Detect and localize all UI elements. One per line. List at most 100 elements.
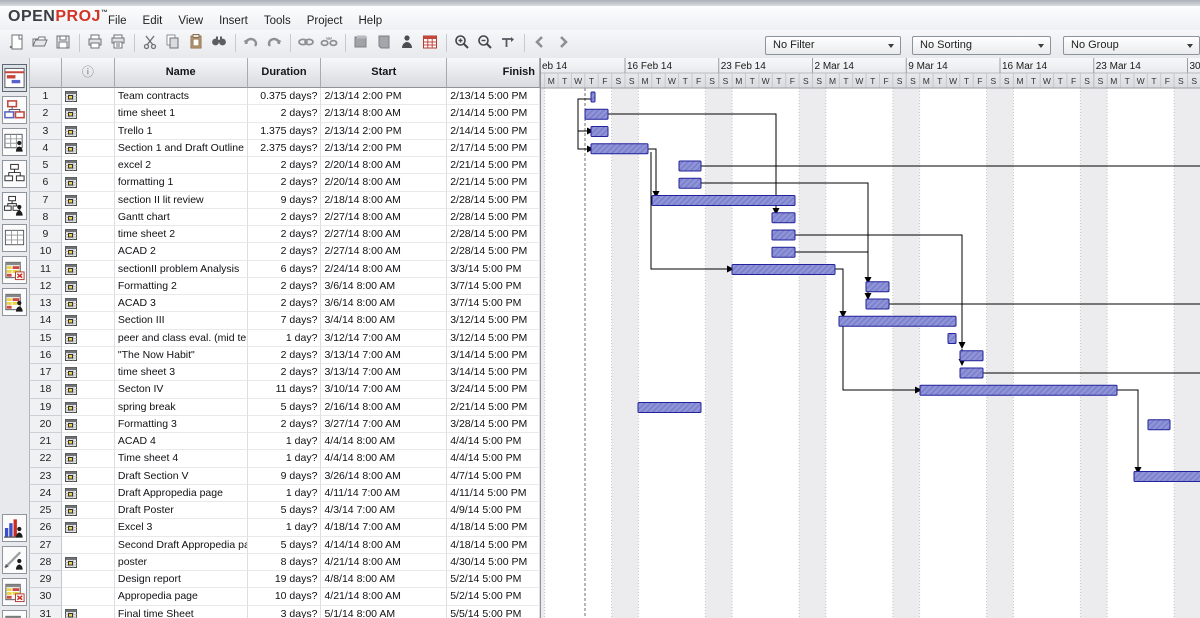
task-type-cell[interactable]: [62, 537, 115, 554]
copy-button[interactable]: [164, 33, 184, 53]
task-start-cell[interactable]: 2/16/14 8:00 AM: [321, 399, 447, 416]
task-name-cell[interactable]: Section 1 and Draft Outline: [115, 140, 248, 157]
table-row[interactable]: 7section II lit review9 days?2/18/14 8:0…: [30, 192, 540, 209]
task-bar-row-10[interactable]: [772, 247, 795, 257]
task-name-cell[interactable]: poster: [115, 554, 248, 571]
menu-project[interactable]: Project: [307, 15, 343, 27]
task-type-cell[interactable]: [62, 519, 115, 536]
task-duration-cell[interactable]: 2 days?: [248, 364, 322, 381]
previous-button[interactable]: [531, 33, 551, 53]
column-header-name[interactable]: Name: [115, 58, 248, 88]
task-bar-row-16[interactable]: [960, 351, 983, 361]
group-dropdown[interactable]: No Group: [1063, 36, 1200, 55]
task-type-cell[interactable]: [62, 606, 115, 618]
row-number-cell[interactable]: 8: [30, 209, 62, 226]
task-duration-cell[interactable]: 2 days?: [248, 295, 322, 312]
table-row[interactable]: 19 spring break5 days?2/16/14 8:00 AM2/21…: [30, 399, 540, 416]
task-name-cell[interactable]: Draft Poster: [115, 502, 248, 519]
row-number-cell[interactable]: 26: [30, 519, 62, 536]
task-start-cell[interactable]: 4/8/14 8:00 AM: [321, 571, 447, 588]
task-bar-row-15[interactable]: [948, 334, 956, 344]
task-bar-row-2[interactable]: [585, 109, 608, 119]
row-number-cell[interactable]: 10: [30, 243, 62, 260]
task-assign-button[interactable]: [352, 33, 372, 53]
task-start-cell[interactable]: 4/14/14 8:00 AM: [321, 537, 447, 554]
task-type-cell[interactable]: [62, 174, 115, 191]
redo-button[interactable]: [265, 33, 285, 53]
task-type-cell[interactable]: [62, 295, 115, 312]
task-finish-cell[interactable]: 4/4/14 5:00 PM: [447, 450, 540, 467]
sidebar-network-view-button[interactable]: [2, 96, 27, 124]
row-number-cell[interactable]: 12: [30, 278, 62, 295]
row-number-cell[interactable]: 15: [30, 330, 62, 347]
task-duration-cell[interactable]: 10 days?: [248, 588, 322, 605]
task-name-cell[interactable]: Design report: [115, 571, 248, 588]
task-finish-cell[interactable]: 3/3/14 5:00 PM: [447, 261, 540, 278]
task-type-cell[interactable]: [62, 243, 115, 260]
task-duration-cell[interactable]: 2 days?: [248, 157, 322, 174]
task-name-cell[interactable]: Secton IV: [115, 381, 248, 398]
task-duration-cell[interactable]: 1 day?: [248, 433, 322, 450]
table-row[interactable]: 16"The Now Habit"2 days?3/13/14 7:00 AM3…: [30, 347, 540, 364]
row-number-cell[interactable]: 20: [30, 416, 62, 433]
task-start-cell[interactable]: 2/27/14 8:00 AM: [321, 226, 447, 243]
task-name-cell[interactable]: Time sheet 4: [115, 450, 248, 467]
task-start-cell[interactable]: 4/3/14 7:00 AM: [321, 502, 447, 519]
task-finish-cell[interactable]: 3/7/14 5:00 PM: [447, 278, 540, 295]
task-duration-cell[interactable]: 5 days?: [248, 399, 322, 416]
task-type-cell[interactable]: [62, 261, 115, 278]
task-finish-cell[interactable]: 2/21/14 5:00 PM: [447, 399, 540, 416]
task-start-cell[interactable]: 2/24/14 8:00 AM: [321, 261, 447, 278]
task-finish-cell[interactable]: 4/7/14 5:00 PM: [447, 468, 540, 485]
task-start-cell[interactable]: 2/20/14 8:00 AM: [321, 174, 447, 191]
task-notes-button[interactable]: [375, 33, 395, 53]
task-name-cell[interactable]: formatting 1: [115, 174, 248, 191]
task-duration-cell[interactable]: 1.375 days?: [248, 123, 322, 140]
save-button[interactable]: [54, 33, 74, 53]
task-type-cell[interactable]: [62, 571, 115, 588]
row-number-cell[interactable]: 3: [30, 123, 62, 140]
task-name-cell[interactable]: ACAD 2: [115, 243, 248, 260]
task-name-cell[interactable]: spring break: [115, 399, 248, 416]
menu-view[interactable]: View: [178, 15, 203, 27]
task-bar-row-14[interactable]: [839, 316, 956, 326]
sidebar-resources-view-button[interactable]: [2, 128, 27, 156]
table-row[interactable]: 25Draft Poster5 days?4/3/14 7:00 AM4/9/1…: [30, 502, 540, 519]
task-duration-cell[interactable]: 7 days?: [248, 312, 322, 329]
task-start-cell[interactable]: 4/4/14 8:00 AM: [321, 433, 447, 450]
task-finish-cell[interactable]: 4/4/14 5:00 PM: [447, 433, 540, 450]
column-header-indicator[interactable]: ⓘ: [62, 58, 115, 88]
task-start-cell[interactable]: 3/27/14 7:00 AM: [321, 416, 447, 433]
task-name-cell[interactable]: excel 2: [115, 157, 248, 174]
task-duration-cell[interactable]: 3 days?: [248, 606, 322, 618]
task-finish-cell[interactable]: 3/14/14 5:00 PM: [447, 347, 540, 364]
row-number-cell[interactable]: 19: [30, 399, 62, 416]
table-row[interactable]: 21ACAD 41 day?4/4/14 8:00 AM4/4/14 5:00 …: [30, 433, 540, 450]
row-number-cell[interactable]: 27: [30, 537, 62, 554]
sidebar-resource-usage-view-button[interactable]: [2, 288, 27, 316]
table-row[interactable]: 14Section III7 days?3/4/14 8:00 AM3/12/1…: [30, 312, 540, 329]
menu-file[interactable]: File: [108, 15, 127, 27]
table-row[interactable]: 20Formatting 32 days?3/27/14 7:00 AM3/28…: [30, 416, 540, 433]
sidebar-histogram-view-button[interactable]: [2, 514, 27, 542]
link-button[interactable]: [297, 33, 317, 53]
task-finish-cell[interactable]: 5/5/14 5:00 PM: [447, 606, 540, 618]
task-bar-row-19[interactable]: [638, 403, 701, 413]
task-finish-cell[interactable]: 5/2/14 5:00 PM: [447, 588, 540, 605]
sidebar-task-usage-detail-view-button[interactable]: [2, 578, 27, 606]
row-number-cell[interactable]: 28: [30, 554, 62, 571]
task-name-cell[interactable]: time sheet 3: [115, 364, 248, 381]
task-type-cell[interactable]: [62, 399, 115, 416]
row-number-cell[interactable]: 17: [30, 364, 62, 381]
task-duration-cell[interactable]: 19 days?: [248, 571, 322, 588]
row-number-cell[interactable]: 1: [30, 88, 62, 105]
task-duration-cell[interactable]: 2 days?: [248, 278, 322, 295]
task-type-cell[interactable]: [62, 312, 115, 329]
row-number-cell[interactable]: 21: [30, 433, 62, 450]
unlink-button[interactable]: [320, 33, 340, 53]
table-row[interactable]: 22Time sheet 41 day?4/4/14 8:00 AM4/4/14…: [30, 450, 540, 467]
task-duration-cell[interactable]: 1 day?: [248, 485, 322, 502]
task-name-cell[interactable]: Second Draft Appropedia page: [115, 537, 248, 554]
find-button[interactable]: [210, 33, 230, 53]
task-bar-row-23[interactable]: [1134, 472, 1200, 482]
